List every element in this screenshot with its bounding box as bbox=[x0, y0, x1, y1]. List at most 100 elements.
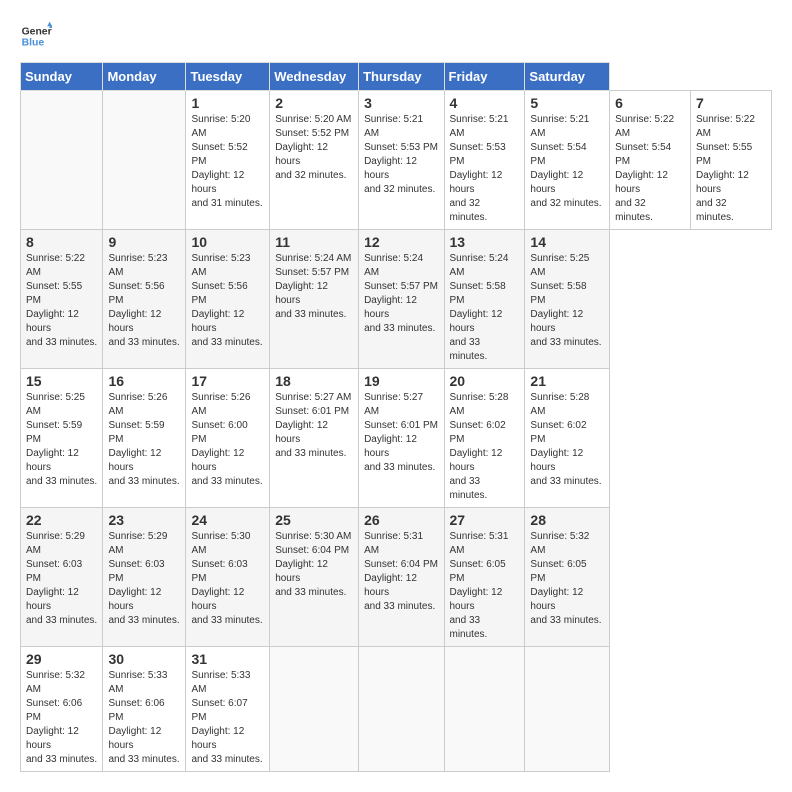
day-number: 18 bbox=[275, 373, 353, 389]
calendar-cell: 24 Sunrise: 5:30 AMSunset: 6:03 PMDayligh… bbox=[186, 508, 270, 647]
page-header: General Blue bbox=[20, 20, 772, 52]
day-info: Sunrise: 5:27 AMSunset: 6:01 PMDaylight:… bbox=[364, 391, 438, 475]
day-info: Sunrise: 5:20 AMSunset: 5:52 PMDaylight:… bbox=[191, 113, 264, 211]
week-row-1: 1 Sunrise: 5:20 AMSunset: 5:52 PMDaylight… bbox=[21, 91, 772, 230]
calendar-cell: 16 Sunrise: 5:26 AMSunset: 5:59 PMDayligh… bbox=[103, 369, 186, 508]
calendar-cell: 28 Sunrise: 5:32 AMSunset: 6:05 PMDayligh… bbox=[525, 508, 610, 647]
calendar-cell: 3Sunrise: 5:21 AMSunset: 5:53 PMDaylight… bbox=[359, 91, 444, 230]
day-number: 6 bbox=[615, 95, 685, 111]
calendar-cell: 6 Sunrise: 5:22 AMSunset: 5:54 PMDaylight… bbox=[610, 91, 691, 230]
day-info: Sunrise: 5:30 AMSunset: 6:04 PMDaylight:… bbox=[275, 530, 353, 600]
col-header-sunday: Sunday bbox=[21, 63, 103, 91]
day-number: 21 bbox=[530, 373, 604, 389]
day-number: 27 bbox=[450, 512, 520, 528]
day-number: 10 bbox=[191, 234, 264, 250]
day-number: 7 bbox=[696, 95, 766, 111]
calendar-cell: 10 Sunrise: 5:23 AMSunset: 5:56 PMDayligh… bbox=[186, 230, 270, 369]
day-number: 29 bbox=[26, 651, 97, 667]
calendar-cell: 30Sunrise: 5:33 AMSunset: 6:06 PMDayligh… bbox=[103, 647, 186, 772]
col-header-friday: Friday bbox=[444, 63, 525, 91]
calendar-cell: 19 Sunrise: 5:27 AMSunset: 6:01 PMDayligh… bbox=[359, 369, 444, 508]
calendar-cell bbox=[21, 91, 103, 230]
calendar-cell: 21 Sunrise: 5:28 AMSunset: 6:02 PMDayligh… bbox=[525, 369, 610, 508]
day-info: Sunrise: 5:32 AMSunset: 6:06 PMDaylight:… bbox=[26, 669, 97, 767]
day-info: Sunrise: 5:20 AMSunset: 5:52 PMDaylight:… bbox=[275, 113, 353, 183]
day-info: Sunrise: 5:23 AMSunset: 5:56 PMDaylight:… bbox=[108, 252, 180, 350]
calendar-cell bbox=[525, 647, 610, 772]
day-info: Sunrise: 5:23 AMSunset: 5:56 PMDaylight:… bbox=[191, 252, 264, 350]
day-number: 14 bbox=[530, 234, 604, 250]
calendar-cell: 1 Sunrise: 5:20 AMSunset: 5:52 PMDaylight… bbox=[186, 91, 270, 230]
calendar-cell: 8Sunrise: 5:22 AMSunset: 5:55 PMDaylight… bbox=[21, 230, 103, 369]
day-info: Sunrise: 5:29 AMSunset: 6:03 PMDaylight:… bbox=[26, 530, 97, 628]
day-info: Sunrise: 5:28 AMSunset: 6:02 PMDaylight:… bbox=[450, 391, 520, 503]
day-info: Sunrise: 5:22 AMSunset: 5:55 PMDaylight:… bbox=[696, 113, 766, 225]
day-number: 13 bbox=[450, 234, 520, 250]
calendar-cell: 31Sunrise: 5:33 AMSunset: 6:07 PMDayligh… bbox=[186, 647, 270, 772]
day-number: 8 bbox=[26, 234, 97, 250]
day-info: Sunrise: 5:22 AMSunset: 5:54 PMDaylight:… bbox=[615, 113, 685, 225]
calendar-cell: 26 Sunrise: 5:31 AMSunset: 6:04 PMDayligh… bbox=[359, 508, 444, 647]
day-number: 25 bbox=[275, 512, 353, 528]
day-info: Sunrise: 5:31 AMSunset: 6:05 PMDaylight:… bbox=[450, 530, 520, 642]
day-number: 5 bbox=[530, 95, 604, 111]
calendar-cell: 14 Sunrise: 5:25 AMSunset: 5:58 PMDayligh… bbox=[525, 230, 610, 369]
day-number: 15 bbox=[26, 373, 97, 389]
calendar-cell bbox=[103, 91, 186, 230]
calendar-cell: 7 Sunrise: 5:22 AMSunset: 5:55 PMDaylight… bbox=[691, 91, 772, 230]
day-number: 23 bbox=[108, 512, 180, 528]
day-info: Sunrise: 5:21 AMSunset: 5:53 PMDaylight:… bbox=[450, 113, 520, 225]
svg-text:General: General bbox=[22, 26, 52, 37]
calendar-table: SundayMondayTuesdayWednesdayThursdayFrid… bbox=[20, 62, 772, 772]
week-row-3: 15 Sunrise: 5:25 AMSunset: 5:59 PMDayligh… bbox=[21, 369, 772, 508]
calendar-cell: 17Sunrise: 5:26 AMSunset: 6:00 PMDayligh… bbox=[186, 369, 270, 508]
day-number: 19 bbox=[364, 373, 438, 389]
day-number: 11 bbox=[275, 234, 353, 250]
calendar-cell bbox=[270, 647, 359, 772]
week-row-4: 22 Sunrise: 5:29 AMSunset: 6:03 PMDayligh… bbox=[21, 508, 772, 647]
day-info: Sunrise: 5:28 AMSunset: 6:02 PMDaylight:… bbox=[530, 391, 604, 489]
day-info: Sunrise: 5:27 AMSunset: 6:01 PMDaylight:… bbox=[275, 391, 353, 461]
day-info: Sunrise: 5:33 AMSunset: 6:07 PMDaylight:… bbox=[191, 669, 264, 767]
calendar-cell: 18 Sunrise: 5:27 AMSunset: 6:01 PMDayligh… bbox=[270, 369, 359, 508]
calendar-cell: 11Sunrise: 5:24 AMSunset: 5:57 PMDayligh… bbox=[270, 230, 359, 369]
day-number: 28 bbox=[530, 512, 604, 528]
day-number: 12 bbox=[364, 234, 438, 250]
day-number: 16 bbox=[108, 373, 180, 389]
day-info: Sunrise: 5:21 AMSunset: 5:53 PMDaylight:… bbox=[364, 113, 438, 197]
day-number: 9 bbox=[108, 234, 180, 250]
day-info: Sunrise: 5:21 AMSunset: 5:54 PMDaylight:… bbox=[530, 113, 604, 211]
day-number: 2 bbox=[275, 95, 353, 111]
col-header-wednesday: Wednesday bbox=[270, 63, 359, 91]
day-info: Sunrise: 5:24 AMSunset: 5:58 PMDaylight:… bbox=[450, 252, 520, 364]
svg-text:Blue: Blue bbox=[22, 38, 45, 49]
day-info: Sunrise: 5:32 AMSunset: 6:05 PMDaylight:… bbox=[530, 530, 604, 628]
calendar-cell: 5 Sunrise: 5:21 AMSunset: 5:54 PMDaylight… bbox=[525, 91, 610, 230]
week-row-2: 8Sunrise: 5:22 AMSunset: 5:55 PMDaylight… bbox=[21, 230, 772, 369]
col-header-thursday: Thursday bbox=[359, 63, 444, 91]
logo: General Blue bbox=[20, 20, 52, 52]
day-info: Sunrise: 5:24 AMSunset: 5:57 PMDaylight:… bbox=[364, 252, 438, 336]
day-number: 26 bbox=[364, 512, 438, 528]
day-info: Sunrise: 5:25 AMSunset: 5:58 PMDaylight:… bbox=[530, 252, 604, 350]
calendar-cell: 22 Sunrise: 5:29 AMSunset: 6:03 PMDayligh… bbox=[21, 508, 103, 647]
day-number: 4 bbox=[450, 95, 520, 111]
day-number: 1 bbox=[191, 95, 264, 111]
calendar-cell: 2 Sunrise: 5:20 AMSunset: 5:52 PMDaylight… bbox=[270, 91, 359, 230]
day-info: Sunrise: 5:26 AMSunset: 5:59 PMDaylight:… bbox=[108, 391, 180, 489]
day-info: Sunrise: 5:30 AMSunset: 6:03 PMDaylight:… bbox=[191, 530, 264, 628]
day-info: Sunrise: 5:29 AMSunset: 6:03 PMDaylight:… bbox=[108, 530, 180, 628]
calendar-cell: 27 Sunrise: 5:31 AMSunset: 6:05 PMDayligh… bbox=[444, 508, 525, 647]
day-info: Sunrise: 5:31 AMSunset: 6:04 PMDaylight:… bbox=[364, 530, 438, 614]
day-info: Sunrise: 5:25 AMSunset: 5:59 PMDaylight:… bbox=[26, 391, 97, 489]
calendar-cell bbox=[359, 647, 444, 772]
calendar-cell: 20 Sunrise: 5:28 AMSunset: 6:02 PMDayligh… bbox=[444, 369, 525, 508]
day-number: 22 bbox=[26, 512, 97, 528]
day-number: 17 bbox=[191, 373, 264, 389]
day-number: 24 bbox=[191, 512, 264, 528]
day-number: 20 bbox=[450, 373, 520, 389]
calendar-cell: 25 Sunrise: 5:30 AMSunset: 6:04 PMDayligh… bbox=[270, 508, 359, 647]
calendar-cell: 13 Sunrise: 5:24 AMSunset: 5:58 PMDayligh… bbox=[444, 230, 525, 369]
day-number: 30 bbox=[108, 651, 180, 667]
col-header-tuesday: Tuesday bbox=[186, 63, 270, 91]
